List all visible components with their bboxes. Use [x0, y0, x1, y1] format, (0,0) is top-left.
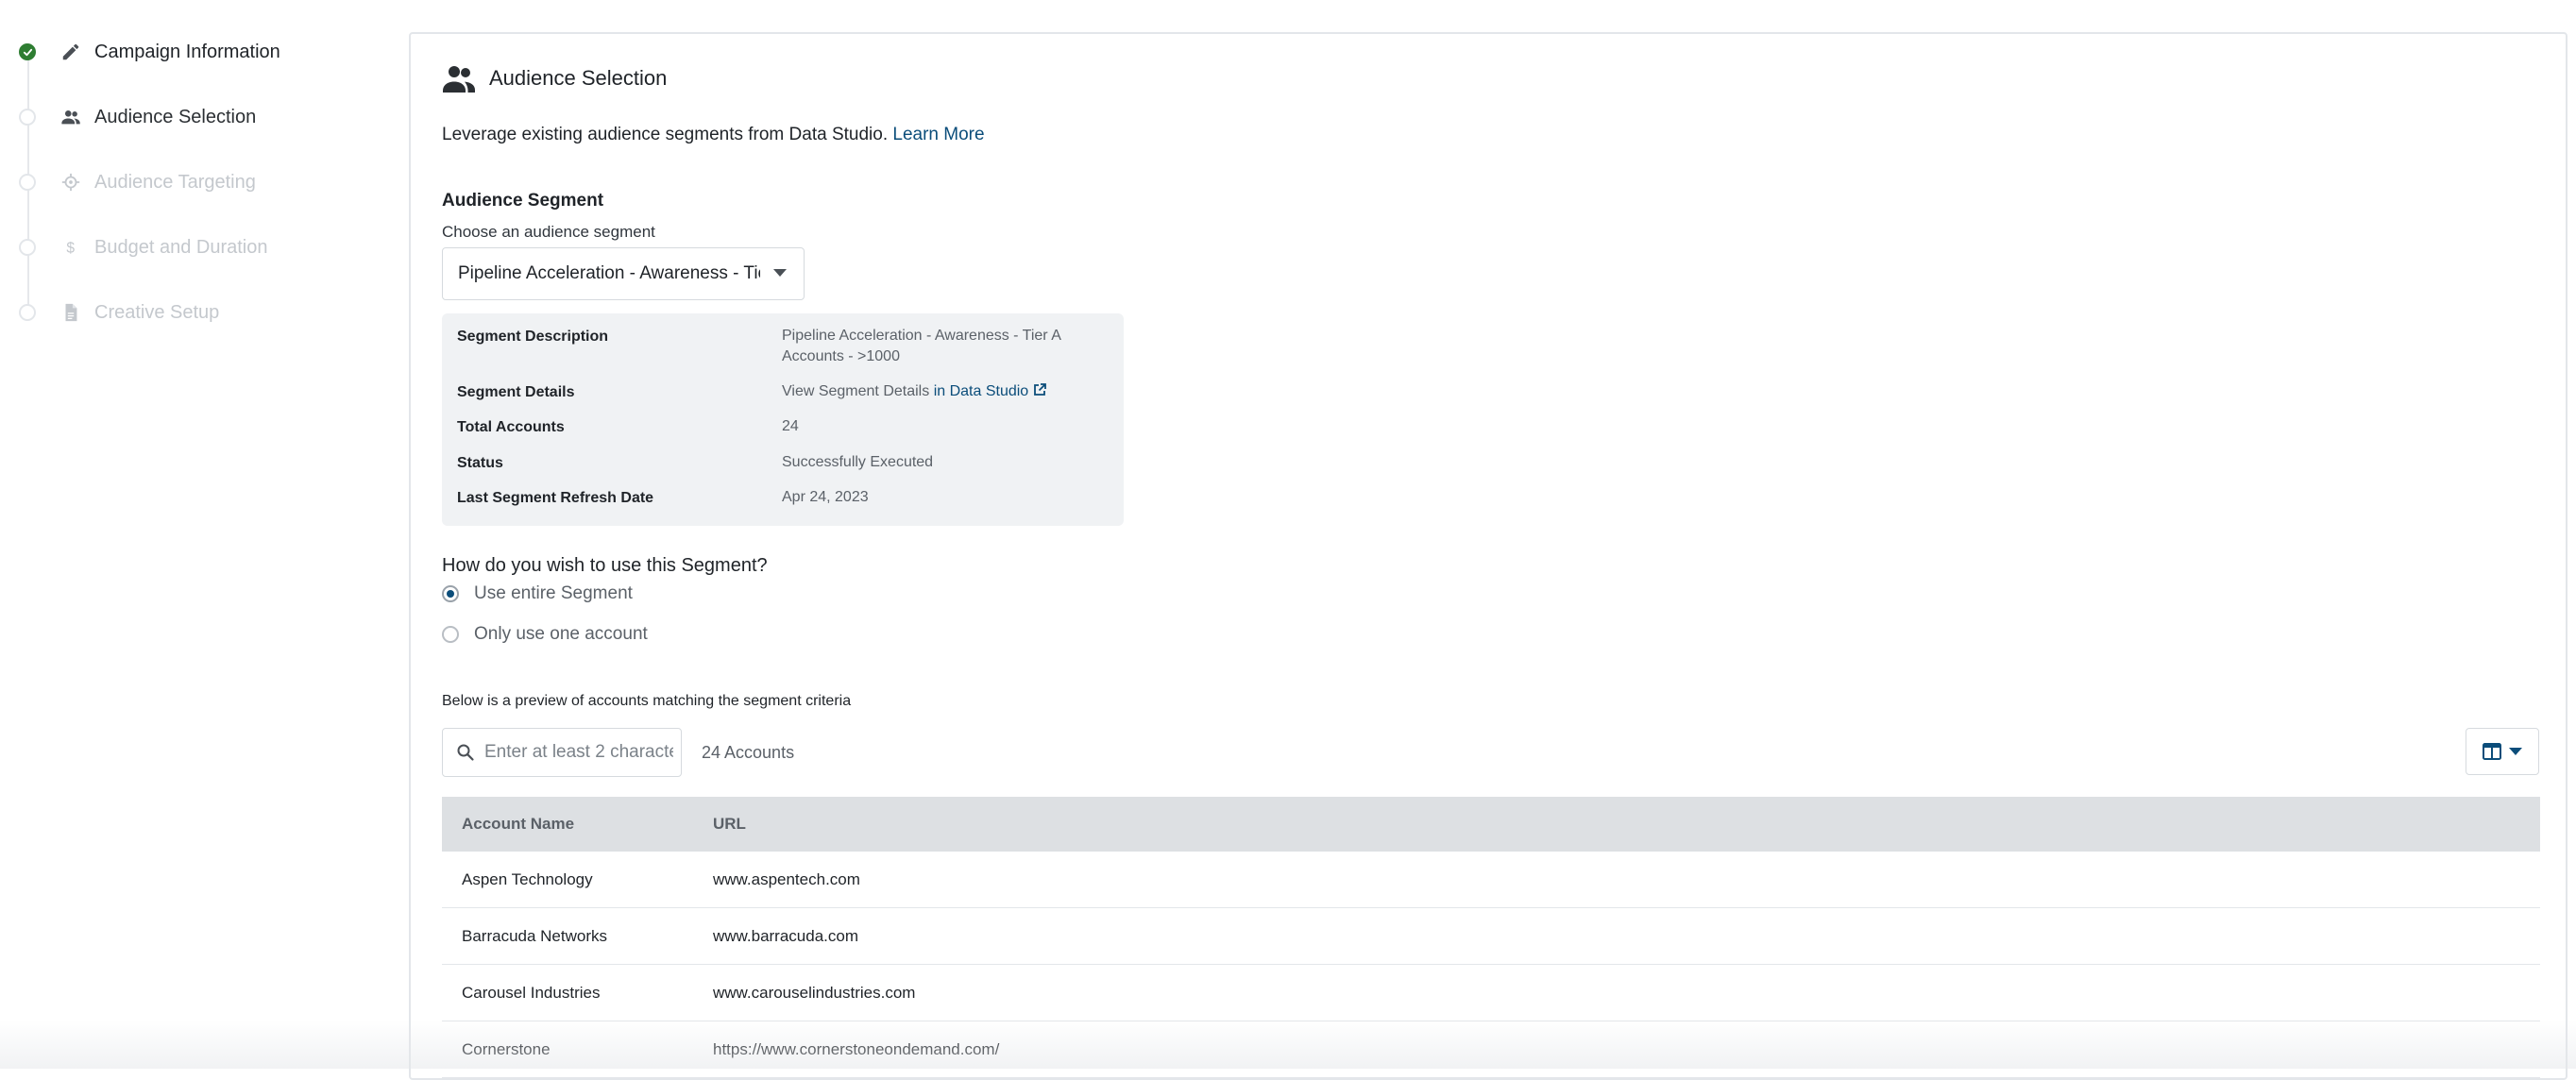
file-icon: [60, 302, 81, 323]
search-icon: [457, 744, 474, 761]
column-chooser-button[interactable]: [2466, 728, 2539, 775]
table-row[interactable]: Barracuda Networks www.barracuda.com: [442, 908, 2540, 965]
people-icon: [443, 66, 475, 93]
card-header: Audience Selection: [442, 64, 667, 93]
radio-button[interactable]: [442, 626, 459, 643]
audience-selection-card: Audience Selection Leverage existing aud…: [409, 32, 2568, 1080]
table-row[interactable]: Carousel Industries www.carouselindustri…: [442, 965, 2540, 1021]
radio-label: Only use one account: [474, 624, 648, 644]
accounts-table: Account Name URL Aspen Technology www.as…: [442, 797, 2540, 1078]
detail-value: Apr 24, 2023: [782, 489, 869, 505]
data-studio-link-label: in Data Studio: [933, 383, 1029, 399]
radio-button[interactable]: [442, 585, 459, 602]
step-audience-selection[interactable]: Audience Selection: [19, 101, 256, 133]
url-cell: www.barracuda.com: [713, 927, 859, 945]
column-header-account-name[interactable]: Account Name: [462, 815, 574, 834]
intro-text: Leverage existing audience segments from…: [442, 125, 985, 145]
step-campaign-information[interactable]: Campaign Information: [19, 36, 280, 68]
account-name-cell: Carousel Industries: [462, 984, 601, 1002]
detail-value: View Segment Details in Data Studio: [782, 381, 1093, 402]
data-studio-link[interactable]: in Data Studio: [934, 383, 1048, 399]
step-label: Campaign Information: [94, 41, 280, 62]
caret-down-icon: [773, 269, 787, 277]
people-icon: [60, 107, 81, 127]
step-label: Audience Selection: [94, 106, 257, 127]
account-count: 24 Accounts: [702, 743, 795, 762]
preview-note: Below is a preview of accounts matching …: [442, 693, 852, 709]
step-label: Creative Setup: [94, 301, 220, 323]
detail-label: Segment Description: [457, 329, 609, 345]
step-budget-and-duration: $ Budget and Duration: [19, 231, 267, 263]
step-indicator: [19, 109, 36, 126]
account-search-input[interactable]: [483, 741, 675, 764]
account-search-box: [442, 728, 682, 777]
step-label: Audience Targeting: [94, 171, 256, 193]
segment-field-label: Choose an audience segment: [442, 223, 655, 241]
page-title: Audience Selection: [489, 66, 668, 90]
detail-value: Pipeline Acceleration - Awareness - Tier…: [782, 328, 1060, 364]
detail-value: 24: [782, 418, 799, 434]
learn-more-link[interactable]: Learn More: [892, 125, 984, 144]
url-cell: www.aspentech.com: [713, 870, 860, 888]
step-indicator: [19, 239, 36, 256]
account-name-cell: Aspen Technology: [462, 870, 593, 888]
segment-details-panel: Segment Description Pipeline Acceleratio…: [442, 313, 1124, 526]
step-indicator: [19, 174, 36, 191]
radio-use-entire-segment[interactable]: Use entire Segment: [442, 583, 633, 604]
columns-icon: [2483, 743, 2501, 760]
detail-value: Successfully Executed: [782, 454, 934, 470]
account-name-cell: Barracuda Networks: [462, 927, 608, 945]
url-cell: www.carouselindustries.com: [713, 984, 916, 1002]
external-link-icon: [1034, 383, 1047, 396]
svg-text:$: $: [66, 241, 75, 257]
pencil-icon: [60, 42, 81, 62]
step-audience-targeting: Audience Targeting: [19, 166, 256, 198]
table-row[interactable]: Cornerstone https://www.cornerstoneondem…: [442, 1021, 2540, 1078]
detail-label: Segment Details: [457, 384, 575, 400]
selected-segment: Pipeline Acceleration - Awareness - Tier…: [458, 263, 760, 283]
audience-segment-dropdown[interactable]: Pipeline Acceleration - Awareness - Tier…: [442, 247, 805, 300]
view-segment-details-text: View Segment Details: [782, 383, 930, 399]
dollar-icon: $: [60, 237, 81, 258]
url-cell: https://www.cornerstoneondemand.com/: [713, 1040, 1000, 1058]
step-complete-check-icon: [19, 43, 36, 60]
caret-down-icon: [2509, 748, 2522, 755]
radio-label: Use entire Segment: [474, 583, 633, 603]
column-header-url[interactable]: URL: [713, 815, 746, 834]
audience-segment-heading: Audience Segment: [442, 191, 604, 211]
step-indicator: [19, 304, 36, 321]
table-row[interactable]: Aspen Technology www.aspentech.com: [442, 852, 2540, 908]
wizard-stepper: Campaign Information Audience Selection …: [0, 0, 397, 1069]
segment-usage-question: How do you wish to use this Segment?: [442, 555, 768, 576]
table-header: Account Name URL: [442, 797, 2540, 852]
account-name-cell: Cornerstone: [462, 1040, 551, 1058]
crosshair-icon: [60, 172, 81, 193]
step-creative-setup: Creative Setup: [19, 296, 219, 329]
detail-label: Total Accounts: [457, 419, 565, 435]
step-label: Budget and Duration: [94, 236, 268, 258]
intro-sentence: Leverage existing audience segments from…: [442, 125, 889, 144]
detail-label: Last Segment Refresh Date: [457, 490, 654, 506]
detail-label: Status: [457, 455, 503, 471]
radio-only-one-account[interactable]: Only use one account: [442, 624, 648, 645]
